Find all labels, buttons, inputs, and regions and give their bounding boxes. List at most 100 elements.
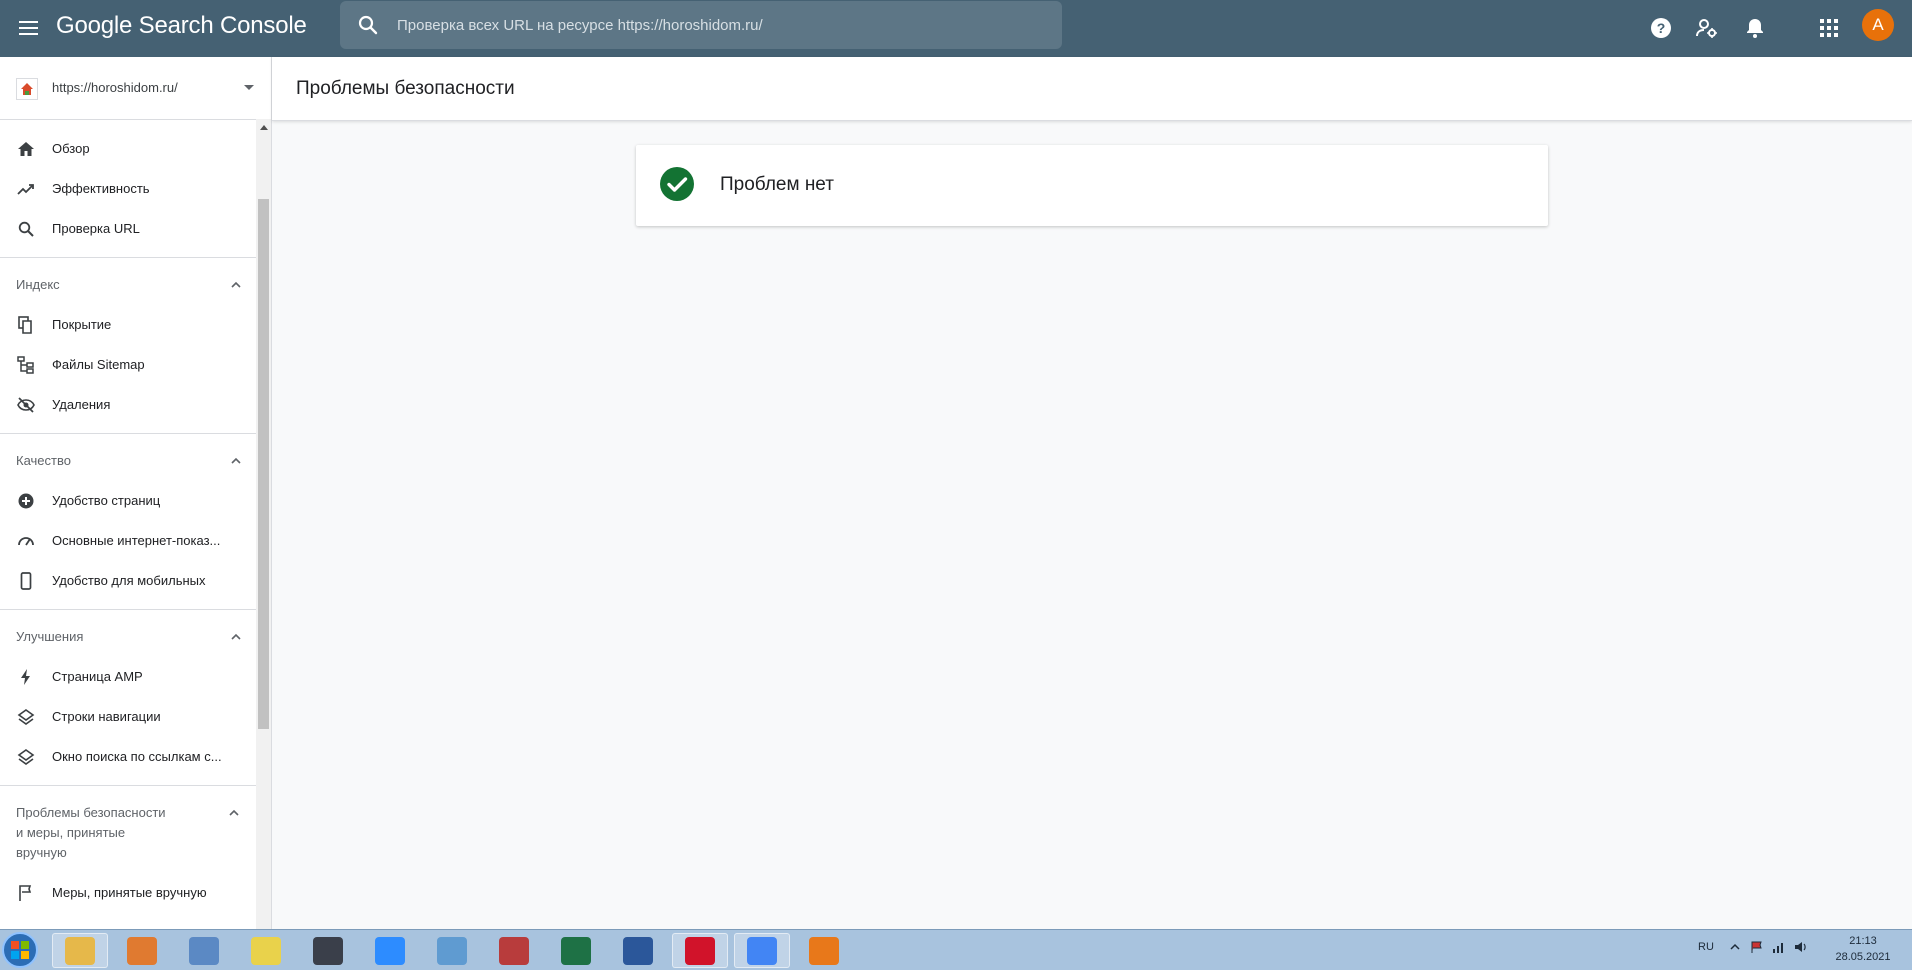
divider (0, 609, 256, 610)
status-card: Проблем нет (636, 145, 1548, 226)
windows-logo-icon (11, 941, 29, 959)
app-logo[interactable]: Google Search Console (56, 12, 307, 40)
taskbar-app-converter[interactable] (300, 933, 356, 968)
search-icon (358, 15, 378, 35)
sidebar-item-label: Строки навигации (52, 709, 161, 724)
sidebar-item-page-experience[interactable]: Удобство страниц (0, 481, 256, 521)
status-text: Проблем нет (720, 174, 834, 195)
menu-icon-bar (18, 27, 38, 29)
media-player-icon (127, 936, 157, 965)
system-tray (1728, 940, 1808, 954)
section-header-security[interactable]: Проблемы безопасности и меры, принятые в… (16, 803, 239, 863)
sidebar: https://horoshidom.ru/ Обзор Эффективнос… (0, 57, 272, 929)
sidebar-item-sitemaps[interactable]: Файлы Sitemap (0, 345, 256, 385)
file-copy-icon (16, 315, 36, 335)
svg-text:?: ? (1657, 20, 1666, 36)
scrollbar-thumb[interactable] (258, 199, 269, 729)
top-app-bar: Google Search Console ? A (0, 0, 1912, 57)
apps-grid-icon[interactable] (1814, 13, 1844, 43)
action-center-flag-icon[interactable] (1750, 940, 1764, 954)
sidebar-item-core-web-vitals[interactable]: Основные интернет-показ... (0, 521, 256, 561)
main-menu-button[interactable] (14, 14, 42, 42)
sidebar-item-label: Проверка URL (52, 221, 140, 236)
language-indicator[interactable]: RU (1698, 941, 1714, 953)
taskbar-app-calculator[interactable] (176, 933, 232, 968)
taskbar-app-faststone[interactable] (796, 933, 852, 968)
sidebar-item-overview[interactable]: Обзор (0, 129, 256, 169)
volume-icon[interactable] (1794, 940, 1808, 954)
account-settings-icon[interactable] (1692, 13, 1722, 43)
taskbar-app-file-explorer[interactable] (52, 933, 108, 968)
file-explorer-icon (65, 936, 95, 965)
start-button[interactable] (2, 932, 38, 968)
sidebar-item-url-inspection[interactable]: Проверка URL (0, 209, 256, 249)
scroll-up-arrow-icon[interactable] (260, 125, 268, 130)
section-title: Качество (16, 453, 71, 468)
search-input[interactable] (397, 11, 1037, 39)
section-header-index[interactable]: Индекс (16, 275, 241, 295)
clock-time: 21:13 (1849, 935, 1877, 947)
taskbar-app-media-player[interactable] (114, 933, 170, 968)
section-title: Проблемы безопасности и меры, принятые в… (16, 805, 166, 860)
sidebar-item-label: Обзор (52, 141, 90, 156)
sidebar-item-label: Страница AMP (52, 669, 143, 684)
help-icon[interactable]: ? (1646, 13, 1676, 43)
taskbar-app-opera[interactable] (672, 933, 728, 968)
notepad-icon (437, 936, 467, 965)
sidebar-item-mobile-usability[interactable]: Удобство для мобильных (0, 561, 256, 601)
taskbar-app-sticky-notes[interactable] (238, 933, 294, 968)
taskbar-app-notepad[interactable] (424, 933, 480, 968)
taskbar-app-word[interactable] (610, 933, 666, 968)
zoom-icon (375, 936, 405, 965)
divider (0, 433, 256, 434)
flag-icon (16, 883, 36, 903)
sidebar-item-sitelinks-searchbox[interactable]: Окно поиска по ссылкам с... (0, 737, 256, 777)
taskbar-app-excel[interactable] (548, 933, 604, 968)
menu-icon-bar (18, 21, 38, 23)
faststone-icon (809, 936, 839, 965)
smartphone-icon (16, 571, 36, 591)
sidebar-item-label: Эффективность (52, 181, 150, 196)
taskbar-app-chrome[interactable] (734, 933, 790, 968)
sidebar-item-performance[interactable]: Эффективность (0, 169, 256, 209)
sidebar-item-removals[interactable]: Удаления (0, 385, 256, 425)
chevron-down-icon (244, 85, 254, 90)
sidebar-scrollbar[interactable] (256, 119, 271, 929)
url-inspection-search[interactable] (340, 1, 1062, 49)
notifications-icon[interactable] (1740, 13, 1770, 43)
section-header-quality[interactable]: Качество (16, 451, 241, 471)
access-icon (499, 936, 529, 965)
sidebar-item-label: Удаления (52, 397, 111, 412)
sidebar-item-label: Основные интернет-показ... (52, 533, 221, 548)
sidebar-item-coverage[interactable]: Покрытие (0, 305, 256, 345)
site-favicon (16, 78, 38, 100)
check-circle-icon (660, 167, 694, 201)
sidebar-item-label: Удобство для мобильных (52, 573, 206, 588)
sidebar-item-label: Покрытие (52, 317, 112, 332)
taskbar-app-zoom[interactable] (362, 933, 418, 968)
page-header: Проблемы безопасности (272, 57, 1912, 121)
chevron-up-icon (231, 633, 241, 640)
sidebar-item-manual-actions[interactable]: Меры, принятые вручную (0, 873, 256, 913)
bolt-icon (16, 667, 36, 687)
excel-icon (561, 936, 591, 965)
os-taskbar: RU 21:13 28.05.2021 (0, 929, 1912, 970)
divider (0, 257, 256, 258)
section-header-enhancements[interactable]: Улучшения (16, 627, 241, 647)
tray-expand-icon[interactable] (1728, 940, 1742, 954)
page-title: Проблемы безопасности (296, 78, 515, 99)
property-selector[interactable]: https://horoshidom.ru/ (0, 57, 256, 119)
sitemap-icon (16, 355, 36, 375)
sidebar-item-breadcrumbs[interactable]: Строки навигации (0, 697, 256, 737)
sidebar-item-label: Меры, принятые вручную (52, 885, 207, 900)
property-url: https://horoshidom.ru/ (52, 80, 178, 95)
add-circle-icon (16, 491, 36, 511)
visibility-off-icon (16, 395, 36, 415)
sidebar-item-amp[interactable]: Страница AMP (0, 657, 256, 697)
avatar[interactable]: A (1862, 9, 1894, 41)
system-clock[interactable]: 21:13 28.05.2021 (1826, 933, 1900, 965)
network-signal-icon[interactable] (1772, 940, 1786, 954)
layers-icon (16, 707, 36, 727)
word-icon (623, 936, 653, 965)
taskbar-app-access[interactable] (486, 933, 542, 968)
